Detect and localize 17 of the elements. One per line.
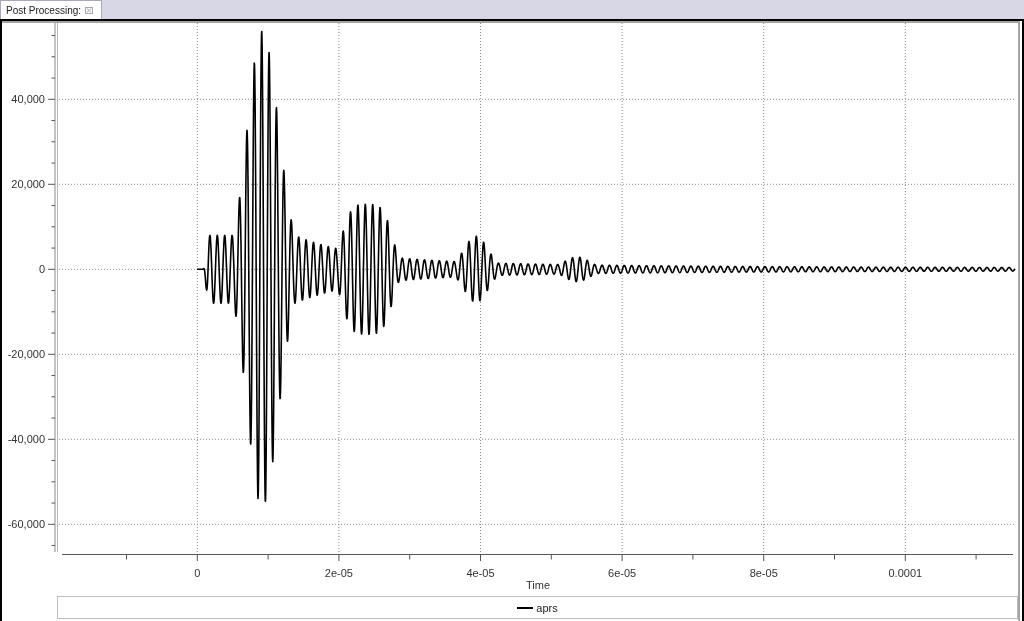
- y-tick-label: 40,000: [11, 93, 45, 106]
- y-tick-label: -60,000: [7, 518, 45, 531]
- x-tick-label: 0: [194, 567, 201, 579]
- x-tick-label: 2e-05: [324, 567, 353, 579]
- y-tick-label: 0: [38, 263, 45, 276]
- x-axis-title: Time: [526, 579, 550, 591]
- x-tick-label: 6e-05: [608, 567, 637, 579]
- legend-label: aprs: [536, 601, 558, 614]
- x-tick-label: 0.0001: [888, 567, 923, 579]
- close-icon[interactable]: [85, 6, 94, 14]
- x-tick-label: 8e-05: [749, 567, 778, 579]
- y-tick-label: -40,000: [7, 433, 45, 446]
- legend-line-icon: [517, 606, 534, 609]
- y-tick-label: 20,000: [11, 178, 45, 191]
- x-tick-label: 4e-05: [466, 567, 495, 579]
- tab[interactable]: Post Processing:: [0, 0, 103, 19]
- y-tick-label: -20,000: [7, 348, 45, 361]
